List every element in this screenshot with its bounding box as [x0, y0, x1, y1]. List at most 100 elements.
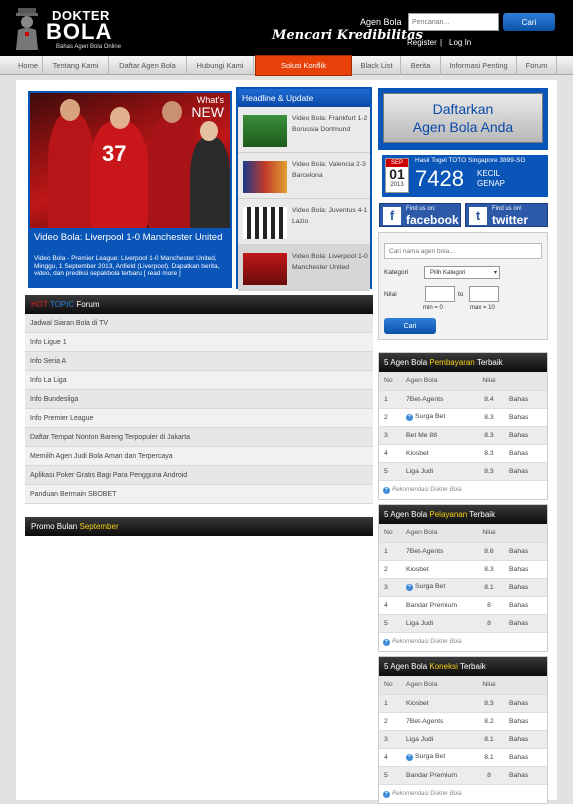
- rekomendasi-text[interactable]: Rekomendasi Dokter Bola: [392, 639, 462, 645]
- agen-name[interactable]: + Surga Bet: [403, 408, 473, 427]
- search-button[interactable]: Cari: [503, 13, 555, 31]
- agen-name[interactable]: 7Bet-Agents: [403, 542, 473, 561]
- agen-name[interactable]: Bandar Premium: [403, 596, 473, 615]
- agen-name-text[interactable]: Surga Bet: [415, 753, 445, 760]
- featured-article[interactable]: 37 What's NEW Video Bola: Liverpool 1-0 …: [28, 91, 232, 288]
- register-link[interactable]: Register: [407, 38, 437, 47]
- bahas-link[interactable]: Bahas: [505, 426, 547, 445]
- topic-item[interactable]: Info Ligue 1: [25, 333, 373, 352]
- column-header: Agen Bola: [403, 524, 473, 543]
- bahas-link[interactable]: Bahas: [505, 390, 547, 409]
- nilai-min-input[interactable]: [425, 286, 455, 302]
- topic-item[interactable]: Info Seria A: [25, 352, 373, 371]
- nav-daftar-agen-bola[interactable]: Daftar Agen Bola: [109, 56, 187, 75]
- rekomendasi-link[interactable]: + Rekomendasi Dokter Bola: [379, 633, 547, 651]
- login-link[interactable]: Log In: [449, 38, 471, 47]
- agen-search-button[interactable]: Cari: [384, 318, 436, 334]
- bahas-link[interactable]: Bahas: [505, 444, 547, 463]
- rekomendasi-link[interactable]: + Rekomendasi Dokter Bola: [379, 481, 547, 499]
- agen-name-text[interactable]: Surga Bet: [415, 583, 445, 590]
- bahas-link[interactable]: Bahas: [505, 730, 547, 749]
- twitter-button[interactable]: t Find us on! twitter: [465, 203, 548, 227]
- bahas-link[interactable]: Bahas: [505, 614, 547, 633]
- agen-search-input[interactable]: [384, 243, 542, 259]
- topic-item[interactable]: Daftar Tempat Nonton Bareng Terpopuler d…: [25, 428, 373, 447]
- headline-item-text[interactable]: Video Bola: Liverpool 1-0 Manchester Uni…: [292, 251, 368, 273]
- nav-informasi-penting[interactable]: Informasi Penting: [441, 56, 517, 75]
- agen-name[interactable]: Bet Me 88: [403, 426, 473, 445]
- column-header: Nilai: [473, 524, 505, 543]
- agen-name[interactable]: Liga Judi: [403, 462, 473, 481]
- headline-thumbnail[interactable]: [243, 161, 287, 193]
- headline-item[interactable]: Video Bola: Valencia 2-3 Barcelona: [238, 153, 370, 199]
- topic-item[interactable]: Jadwal Siaran Bola di TV: [25, 314, 373, 333]
- topic-item[interactable]: Panduan Bermain SBOBET: [25, 485, 373, 504]
- bahas-link[interactable]: Bahas: [505, 748, 547, 767]
- bahas-link[interactable]: Bahas: [505, 578, 547, 597]
- bahas-link[interactable]: Bahas: [505, 560, 547, 579]
- table-row: 1 Kiosbet 8.3 Bahas: [379, 694, 547, 713]
- headline-thumbnail[interactable]: [243, 115, 287, 147]
- topic-item[interactable]: Info La Liga: [25, 371, 373, 390]
- nav-home[interactable]: Home: [14, 56, 43, 75]
- kategori-select[interactable]: Pilih Kategori ▾: [424, 266, 500, 279]
- nilai-value: 8.3: [473, 426, 505, 445]
- rekomendasi-text[interactable]: Rekomendasi Dokter Bola: [392, 487, 462, 493]
- table-row: 1 7Bet-Agents 8.4 Bahas: [379, 390, 547, 409]
- nav-black-list[interactable]: Black List: [353, 56, 401, 75]
- headline-item[interactable]: Video Bola: Juventus 4-1 Lazio: [238, 199, 370, 245]
- daftar-button[interactable]: Daftarkan Agen Bola Anda: [383, 93, 543, 143]
- headline-item-text[interactable]: Video Bola: Valencia 2-3 Barcelona: [292, 159, 368, 181]
- slogan: Mencari Kredibilitas: [272, 28, 423, 43]
- logo[interactable]: DOKTER BOLA Bahas Agen Bola Online: [14, 4, 124, 52]
- agen-name[interactable]: Bandar Premium: [403, 766, 473, 785]
- bahas-link[interactable]: Bahas: [505, 712, 547, 731]
- bahas-link[interactable]: Bahas: [505, 462, 547, 481]
- agen-name[interactable]: Liga Judi: [403, 614, 473, 633]
- nav-hubungi-kami[interactable]: Hubungi Kami: [187, 56, 254, 75]
- nav-berita[interactable]: Berita: [401, 56, 441, 75]
- headline-item[interactable]: Video Bola: Liverpool 1-0 Manchester Uni…: [238, 245, 370, 291]
- agen-name[interactable]: 7Bet-Agents: [403, 712, 473, 731]
- featured-title[interactable]: Video Bola: Liverpool 1-0 Manchester Uni…: [34, 233, 230, 243]
- bahas-link[interactable]: Bahas: [505, 694, 547, 713]
- agen-name[interactable]: Kiosbet: [403, 560, 473, 579]
- nilai-max-input[interactable]: [469, 286, 499, 302]
- nav-solusi-konflik[interactable]: Solusi Konflik: [255, 55, 352, 76]
- headline-thumbnail[interactable]: [243, 253, 287, 285]
- agen-name[interactable]: + Surga Bet: [403, 748, 473, 767]
- bahas-link[interactable]: Bahas: [505, 542, 547, 561]
- facebook-button[interactable]: f Find us on: facebook: [379, 203, 461, 227]
- headline-item[interactable]: Video Bola: Frankfurt 1-2 Borussia Dortm…: [238, 107, 370, 153]
- rekomendasi-text[interactable]: Rekomendasi Dokter Bola: [392, 791, 462, 797]
- rank-header: 5 Agen Bola Koneksi Terbaik: [379, 657, 547, 676]
- agen-name-text[interactable]: Surga Bet: [415, 413, 445, 420]
- daftar-banner[interactable]: Daftarkan Agen Bola Anda: [378, 88, 548, 150]
- headline-thumbnail[interactable]: [243, 207, 287, 239]
- headline-item-text[interactable]: Video Bola: Juventus 4-1 Lazio: [292, 205, 368, 227]
- rank-number: 3: [379, 730, 403, 749]
- rank-number: 1: [379, 390, 403, 409]
- agen-name[interactable]: + Surga Bet: [403, 578, 473, 597]
- bahas-link[interactable]: Bahas: [505, 766, 547, 785]
- agen-name[interactable]: Liga Judi: [403, 730, 473, 749]
- plus-icon: +: [383, 638, 390, 646]
- rank-header: 5 Agen Bola Pelayanan Terbaik: [379, 505, 547, 524]
- topic-item[interactable]: Aplikasi Poker Gratis Bagi Para Pengguna…: [25, 466, 373, 485]
- nav-forum[interactable]: Forum: [517, 56, 557, 75]
- toto-result[interactable]: SEP 01 2013 Hasil Togel TOTO Singapore 3…: [382, 155, 548, 197]
- agen-name[interactable]: Kiosbet: [403, 444, 473, 463]
- bahas-link[interactable]: Bahas: [505, 408, 547, 427]
- nav-tentang-kami[interactable]: Tentang Kami: [43, 56, 109, 75]
- rank-table: No Agen Bola Nilai 1 Kiosbet 8.3 Bahas 2 7Bet-Ag…: [379, 676, 547, 785]
- nilai-value: 8.3: [473, 694, 505, 713]
- topic-item[interactable]: Info Premier League: [25, 409, 373, 428]
- agen-name[interactable]: Kiosbet: [403, 694, 473, 713]
- topic-list: Jadwal Siaran Bola di TV Info Ligue 1 Info…: [25, 314, 373, 504]
- topic-item[interactable]: Memilih Agen Judi Bola Aman dan Terperca…: [25, 447, 373, 466]
- featured-photo[interactable]: 37 What's NEW: [30, 93, 230, 228]
- headline-item-text[interactable]: Video Bola: Frankfurt 1-2 Borussia Dortm…: [292, 113, 368, 135]
- agen-name[interactable]: 7Bet-Agents: [403, 390, 473, 409]
- topic-item[interactable]: Info Bundesliga: [25, 390, 373, 409]
- bahas-link[interactable]: Bahas: [505, 596, 547, 615]
